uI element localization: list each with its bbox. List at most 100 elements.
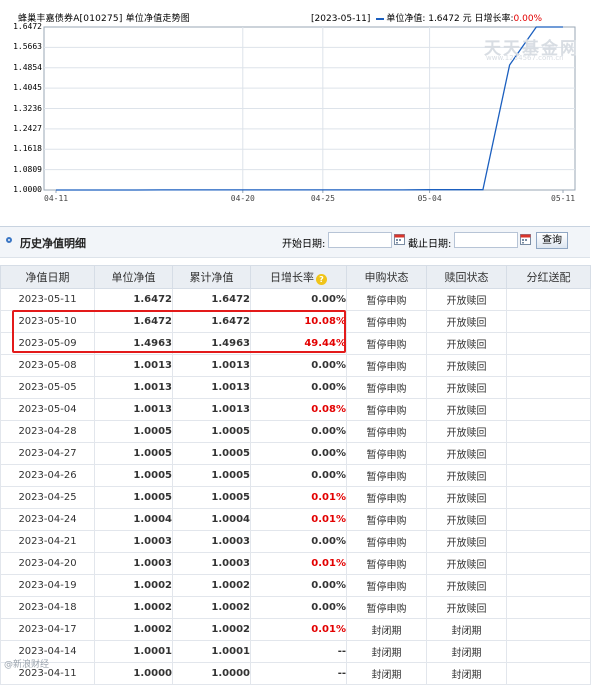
cell-sell-status: 开放赎回 [426, 442, 507, 465]
y-tick-label: 1.1618 [13, 144, 42, 154]
cell-buy-status: 暂停申购 [346, 464, 427, 487]
cell-buy-status: 暂停申购 [346, 310, 427, 333]
cell-acc-nav: 1.0005 [172, 442, 251, 465]
cell-acc-nav: 1.0013 [172, 376, 251, 399]
cell-date: 2023-05-04 [0, 398, 95, 421]
cell-dividend [506, 662, 591, 685]
cell-acc-nav: 1.0003 [172, 552, 251, 575]
cell-acc-nav: 1.0005 [172, 486, 251, 509]
cell-nav: 1.0013 [94, 354, 173, 377]
start-date-label: 开始日期: [282, 239, 326, 250]
cell-sell-status: 封闭期 [426, 618, 507, 641]
col-header-date[interactable]: 净值日期 [0, 265, 95, 289]
cell-sell-status: 开放赎回 [426, 552, 507, 575]
chart-info: [2023-05-11] 单位净值: 1.6472 元 日增长率:0.00% [311, 11, 542, 24]
col-header-dividend[interactable]: 分红送配 [506, 265, 591, 289]
cell-dividend [506, 332, 591, 355]
cell-buy-status: 封闭期 [346, 662, 427, 685]
cell-date: 2023-04-20 [0, 552, 95, 575]
chart-info-change-value: 0.00% [513, 14, 543, 24]
cell-sell-status: 封闭期 [426, 640, 507, 663]
cell-nav: 1.0002 [94, 596, 173, 619]
cell-rate: 0.00% [250, 288, 347, 311]
cell-acc-nav: 1.0002 [172, 618, 251, 641]
cell-buy-status: 暂停申购 [346, 508, 427, 531]
query-button[interactable]: 查询 [536, 232, 568, 249]
corner-logo: @新浪财经 [4, 660, 50, 670]
cell-acc-nav: 1.0013 [172, 398, 251, 421]
cell-dividend [506, 310, 591, 333]
cell-buy-status: 暂停申购 [346, 376, 427, 399]
col-header-nav[interactable]: 单位净值 [94, 265, 173, 289]
table-row: 2023-04-26 1.0005 1.0005 0.00% 暂停申购 开放赎回 [0, 464, 591, 487]
table-row: 2023-04-20 1.0003 1.0003 0.01% 暂停申购 开放赎回 [0, 552, 591, 575]
cell-nav: 1.0005 [94, 486, 173, 509]
col-header-acc-nav[interactable]: 累计净值 [172, 265, 251, 289]
cell-sell-status: 开放赎回 [426, 332, 507, 355]
cell-sell-status: 开放赎回 [426, 376, 507, 399]
history-nav-header: 历史净值明细 开始日期: 截止日期: 查询 [0, 226, 590, 258]
cell-rate: 0.00% [250, 442, 347, 465]
end-date-input[interactable] [454, 232, 518, 248]
cell-nav: 1.0001 [94, 640, 173, 663]
table-row: 2023-04-27 1.0005 1.0005 0.00% 暂停申购 开放赎回 [0, 442, 591, 465]
cell-date: 2023-05-10 [0, 310, 95, 333]
col-header-buy-status[interactable]: 申购状态 [346, 265, 427, 289]
cell-dividend [506, 596, 591, 619]
cell-acc-nav: 1.0002 [172, 574, 251, 597]
cell-nav: 1.0003 [94, 552, 173, 575]
x-tick-label: 04-25 [310, 194, 335, 203]
help-icon[interactable]: ? [316, 274, 327, 285]
cell-nav: 1.0013 [94, 376, 173, 399]
calendar-icon[interactable] [520, 233, 531, 245]
table-row: 2023-05-11 1.6472 1.6472 0.00% 暂停申购 开放赎回 [0, 288, 591, 311]
cell-date: 2023-05-09 [0, 332, 95, 355]
cell-nav: 1.6472 [94, 310, 173, 333]
legend-line-icon [376, 17, 385, 20]
cell-date: 2023-04-26 [0, 464, 95, 487]
cell-date: 2023-05-05 [0, 376, 95, 399]
calendar-icon[interactable] [394, 233, 405, 245]
cell-buy-status: 暂停申购 [346, 486, 427, 509]
cell-acc-nav: 1.6472 [172, 310, 251, 333]
cell-nav: 1.4963 [94, 332, 173, 355]
cell-nav: 1.0013 [94, 398, 173, 421]
y-tick-label: 1.0809 [13, 164, 42, 174]
cell-acc-nav: 1.0005 [172, 420, 251, 443]
cell-rate: 0.01% [250, 552, 347, 575]
col-header-sell-status[interactable]: 赎回状态 [426, 265, 507, 289]
cell-buy-status: 暂停申购 [346, 420, 427, 443]
chart-info-date: [2023-05-11] [311, 14, 371, 24]
cell-dividend [506, 376, 591, 399]
table-row: 2023-04-17 1.0002 1.0002 0.01% 封闭期 封闭期 [0, 618, 591, 641]
cell-date: 2023-04-28 [0, 420, 95, 443]
cell-sell-status: 开放赎回 [426, 508, 507, 531]
start-date-input[interactable] [328, 232, 392, 248]
cell-rate: 0.00% [250, 574, 347, 597]
y-tick-label: 1.0000 [13, 185, 42, 194]
section-title: 历史净值明细 [20, 237, 86, 250]
y-tick-label: 1.3236 [13, 103, 42, 113]
cell-acc-nav: 1.0005 [172, 464, 251, 487]
y-tick-label: 1.4854 [13, 62, 42, 72]
y-tick-label: 1.2427 [13, 123, 42, 133]
cell-sell-status: 开放赎回 [426, 464, 507, 487]
cell-nav: 1.0004 [94, 508, 173, 531]
col-header-rate-label: 日增长率 [270, 271, 314, 284]
cell-sell-status: 开放赎回 [426, 288, 507, 311]
table-row: 2023-05-08 1.0013 1.0013 0.00% 暂停申购 开放赎回 [0, 354, 591, 377]
cell-buy-status: 封闭期 [346, 618, 427, 641]
cell-nav: 1.0005 [94, 464, 173, 487]
cell-date: 2023-04-18 [0, 596, 95, 619]
cell-nav: 1.0003 [94, 530, 173, 553]
cell-nav: 1.0002 [94, 618, 173, 641]
cell-rate: 0.01% [250, 508, 347, 531]
cell-sell-status: 开放赎回 [426, 596, 507, 619]
cell-date: 2023-05-11 [0, 288, 95, 311]
end-date-label: 截止日期: [408, 239, 452, 250]
cell-rate: 49.44% [250, 332, 347, 355]
table-row: 2023-04-11 1.0000 1.0000 -- 封闭期 封闭期 [0, 662, 591, 685]
cell-dividend [506, 288, 591, 311]
col-header-rate[interactable]: 日增长率? [250, 265, 347, 289]
cell-dividend [506, 640, 591, 663]
